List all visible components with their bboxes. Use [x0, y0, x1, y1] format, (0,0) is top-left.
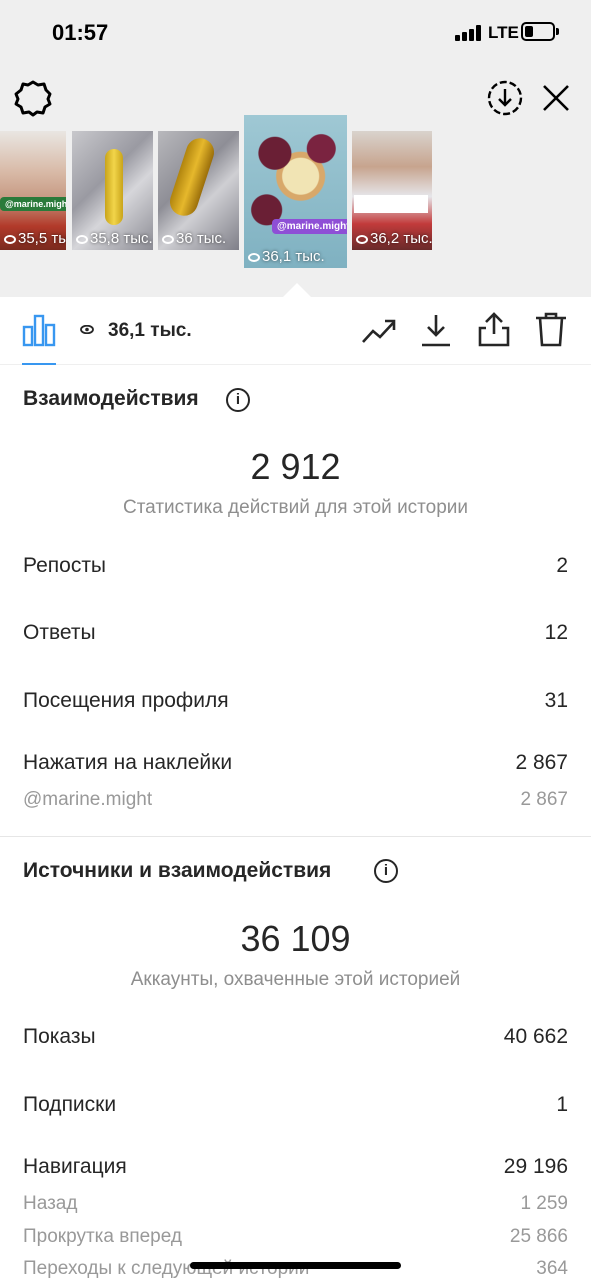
mention-sticker: @marine.might: [0, 197, 66, 211]
network-label: LTE: [488, 23, 519, 42]
insights-tab-bar: 36,1 тыс.: [0, 297, 591, 365]
stat-value: 25 866: [509, 1226, 568, 1247]
view-count: 36,1 тыс.: [248, 248, 325, 265]
signal-icon: [455, 25, 481, 41]
view-count: 36 тыс.: [162, 230, 226, 247]
share-icon[interactable]: [477, 312, 511, 348]
stat-value: 1: [556, 1093, 568, 1116]
eye-icon: [80, 325, 94, 334]
view-count: 35,5 тыс.: [4, 230, 66, 247]
stat-label: Ответы: [23, 621, 96, 644]
download-circle-icon[interactable]: [486, 79, 524, 117]
section-divider: [0, 836, 591, 837]
story-thumbnail[interactable]: @marine.might 35,5 тыс.: [0, 131, 66, 250]
stat-value: 2 867: [520, 789, 568, 810]
download-icon[interactable]: [420, 312, 452, 348]
active-tab-indicator: [22, 363, 56, 365]
home-indicator[interactable]: [190, 1262, 401, 1269]
interactions-total: 2 912: [250, 446, 341, 487]
stat-label: Нажатия на наклейки: [23, 751, 233, 774]
close-icon[interactable]: [541, 83, 571, 113]
status-bar: 01:57 LTE: [0, 0, 591, 66]
stat-value: 12: [544, 621, 568, 644]
stat-label: Репосты: [23, 554, 107, 577]
stat-value: 364: [536, 1258, 568, 1279]
stat-label: Навигация: [23, 1155, 127, 1178]
stat-label: Прокрутка вперед: [23, 1226, 182, 1247]
view-count: 35,8 тыс.: [76, 230, 153, 247]
bar-chart-icon[interactable]: [22, 313, 56, 347]
stat-value: 1 259: [520, 1193, 568, 1214]
stat-value: 31: [544, 689, 568, 712]
reach-count: 36,1 тыс.: [108, 320, 192, 341]
view-count: 36,2 тыс.: [356, 230, 432, 247]
reach-total: 36 109: [240, 918, 351, 959]
info-icon[interactable]: i: [374, 859, 398, 883]
story-thumbnail-selected[interactable]: @marine.might 36,1 тыс.: [244, 115, 347, 268]
story-thumbnail[interactable]: 35,8 тыс.: [72, 131, 153, 250]
stat-value: 2: [556, 554, 568, 577]
stat-value: 29 196: [503, 1155, 568, 1178]
stat-value: 40 662: [503, 1025, 568, 1048]
battery-icon: [521, 22, 555, 41]
eye-icon: [4, 234, 16, 244]
story-thumbnail[interactable]: 36 тыс.: [158, 131, 239, 250]
stat-label: Подписки: [23, 1093, 117, 1116]
interactions-subtitle: Статистика действий для этой истории: [122, 497, 469, 518]
info-icon[interactable]: i: [226, 388, 250, 412]
trash-icon[interactable]: [534, 312, 568, 348]
stat-value: 2 867: [515, 751, 568, 774]
stat-label: Показы: [23, 1025, 96, 1048]
reach-subtitle: Аккаунты, охваченные этой историей: [130, 969, 461, 990]
gear-icon[interactable]: [14, 79, 52, 117]
eye-icon: [76, 234, 88, 244]
mention-sticker: @marine.might: [272, 219, 347, 234]
stat-label: @marine.might: [23, 789, 153, 810]
eye-icon: [162, 234, 174, 244]
story-image: [244, 115, 347, 268]
trend-icon[interactable]: [361, 316, 397, 346]
stat-label: Назад: [23, 1193, 78, 1214]
eye-icon: [356, 234, 368, 244]
section-title: Взаимодействия: [23, 387, 199, 410]
section-title: Источники и взаимодействия: [23, 859, 332, 882]
story-preview-area: 01:57 LTE @marine.might 35,5 тыс. 35,8 т…: [0, 0, 591, 297]
stat-label: Посещения профиля: [23, 689, 229, 712]
story-thumbnail[interactable]: 36,2 тыс.: [352, 131, 432, 250]
status-time: 01:57: [52, 20, 109, 45]
eye-icon: [248, 252, 260, 262]
